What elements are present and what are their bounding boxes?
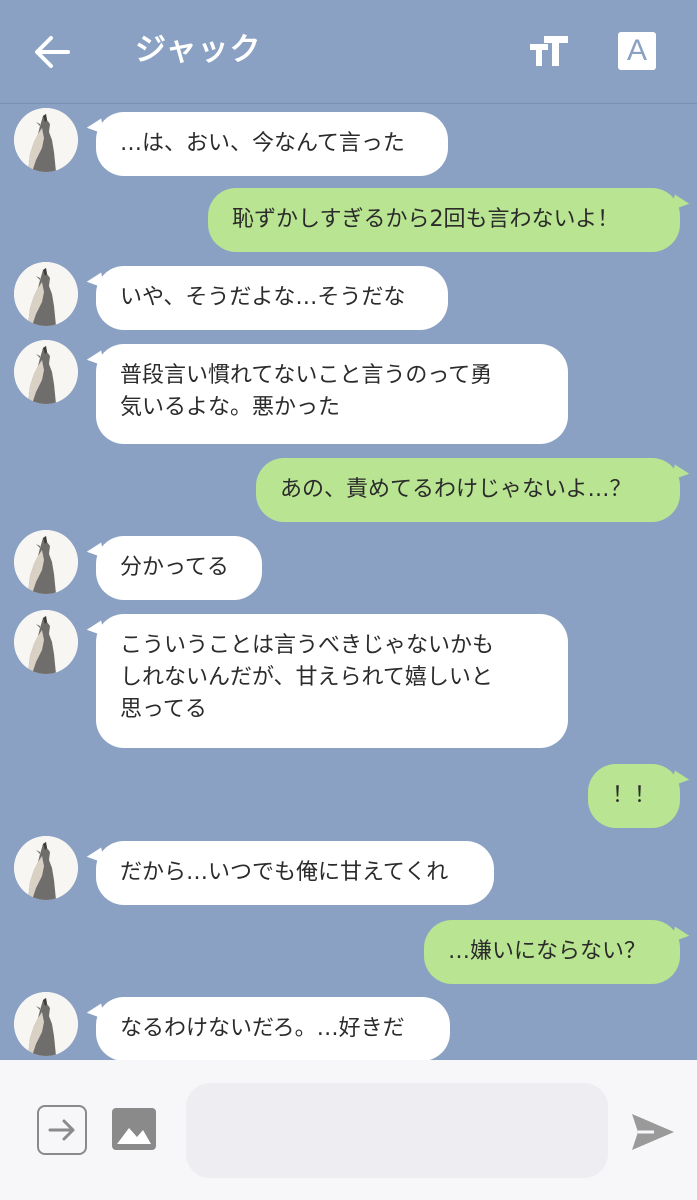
text-size-icon: [530, 36, 568, 66]
avatar[interactable]: [14, 836, 78, 900]
avatar[interactable]: [14, 262, 78, 326]
avatar-wolf-icon: [14, 610, 78, 674]
avatar-wolf-icon: [14, 108, 78, 172]
image-icon: [112, 1108, 156, 1150]
font-button[interactable]: A: [618, 32, 656, 70]
message-bubble-incoming[interactable]: いや、そうだよな…そうだな: [96, 266, 448, 330]
text-size-button[interactable]: [528, 32, 570, 70]
message-bubble-incoming[interactable]: こういうことは言うべきじゃないかも しれないんだが、甘えられて嬉しいと 思ってる: [96, 614, 568, 748]
avatar-wolf-icon: [14, 262, 78, 326]
chat-title: ジャック: [135, 32, 262, 68]
message-bubble-incoming[interactable]: …は、おい、今なんて言った: [96, 112, 448, 176]
message-input[interactable]: [186, 1083, 608, 1178]
back-button[interactable]: [34, 35, 70, 69]
message-bubble-incoming[interactable]: なるわけないだろ。…好きだ: [96, 997, 450, 1060]
share-button[interactable]: [37, 1105, 87, 1155]
avatar[interactable]: [14, 108, 78, 172]
back-arrow-icon: [35, 36, 70, 68]
avatar-wolf-icon: [14, 992, 78, 1056]
avatar-wolf-icon: [14, 530, 78, 594]
message-bubble-outgoing[interactable]: ！！: [588, 764, 680, 828]
message-bubble-outgoing[interactable]: あの、責めてるわけじゃないよ…？: [256, 458, 680, 522]
message-bubble-incoming[interactable]: 分かってる: [96, 536, 262, 600]
avatar-wolf-icon: [14, 836, 78, 900]
share-arrow-icon: [48, 1119, 75, 1141]
avatar[interactable]: [14, 340, 78, 404]
avatar[interactable]: [14, 610, 78, 674]
image-button[interactable]: [110, 1106, 158, 1152]
chat-header: ジャック A: [0, 0, 697, 104]
message-composer: [0, 1060, 697, 1200]
message-bubble-incoming[interactable]: だから…いつでも俺に甘えてくれ: [96, 841, 494, 905]
send-icon: [632, 1114, 674, 1150]
avatar[interactable]: [14, 992, 78, 1056]
message-bubble-outgoing[interactable]: 恥ずかしすぎるから2回も言わないよ！: [208, 188, 680, 252]
message-list[interactable]: …は、おい、今なんて言った 恥ずかしすぎるから2回も言わないよ！ いや、そうだよ…: [0, 104, 697, 1060]
avatar-wolf-icon: [14, 340, 78, 404]
avatar[interactable]: [14, 530, 78, 594]
message-bubble-outgoing[interactable]: …嫌いにならない？: [424, 920, 680, 984]
send-button[interactable]: [630, 1112, 676, 1152]
message-bubble-incoming[interactable]: 普段言い慣れてないこと言うのって勇 気いるよな。悪かった: [96, 344, 568, 444]
